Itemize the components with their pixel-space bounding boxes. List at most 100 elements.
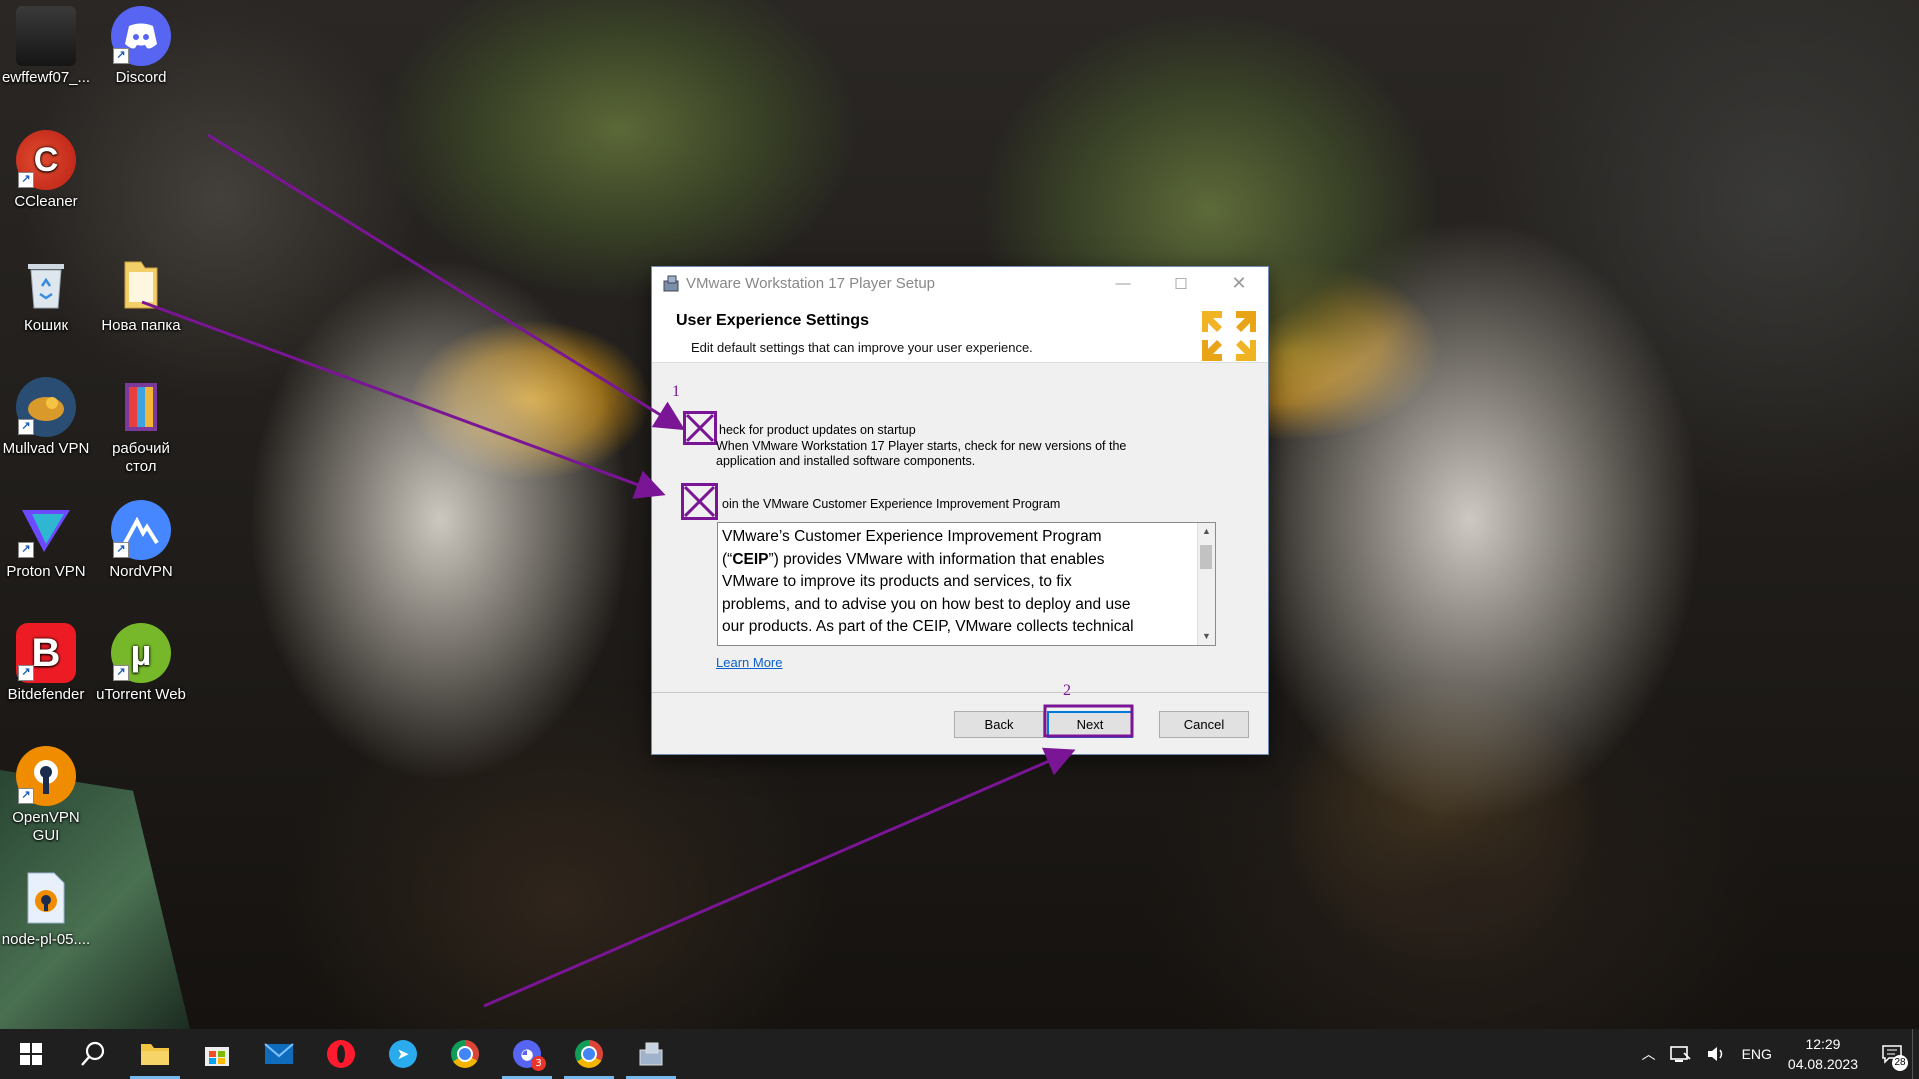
notification-center-button[interactable]: 28 xyxy=(1872,1029,1912,1079)
taskbar-opera[interactable] xyxy=(310,1029,372,1079)
search-icon xyxy=(81,1041,105,1066)
desktop-icon-label: Bitdefender xyxy=(7,686,85,703)
chevron-up-icon[interactable]: ︿ xyxy=(1642,1044,1656,1064)
ceip-scrollbar[interactable]: ▲ ▼ xyxy=(1197,523,1215,645)
desktop-icon-ewffewf07[interactable]: ewffewf07_... xyxy=(0,6,92,87)
close-button[interactable]: ✕ xyxy=(1210,267,1268,300)
taskbar-mail[interactable] xyxy=(248,1029,310,1079)
page-title: User Experience Settings xyxy=(676,312,869,329)
folder-icon xyxy=(111,254,171,314)
button-separator xyxy=(652,692,1268,693)
desktop-icon-ccleaner[interactable]: C ↗ CCleaner xyxy=(0,130,92,211)
scroll-thumb[interactable] xyxy=(1200,545,1212,569)
shortcut-arrow-icon: ↗ xyxy=(113,665,129,681)
check-updates-description: When VMware Workstation 17 Player starts… xyxy=(716,439,1127,468)
language-indicator[interactable]: ENG xyxy=(1742,1046,1772,1062)
back-button[interactable]: Back xyxy=(954,711,1044,738)
taskbar-telegram[interactable]: ➤ xyxy=(372,1029,434,1079)
taskbar-chrome[interactable] xyxy=(434,1029,496,1079)
ceip-text-line: problems, and to advise you on how best … xyxy=(722,595,1131,613)
minimize-button[interactable]: — xyxy=(1094,267,1152,300)
taskbar-store[interactable] xyxy=(186,1029,248,1079)
check-updates-checkbox[interactable] xyxy=(683,411,717,445)
shortcut-arrow-icon: ↗ xyxy=(18,419,34,435)
ceip-text: VMware’s Customer Experience Improvement… xyxy=(722,526,1186,639)
shortcut-arrow-icon: ↗ xyxy=(18,172,34,188)
desktop-icon-new-folder[interactable]: Нова папка xyxy=(95,254,187,335)
taskbar: ➤ ◕ 3 ︿ ENG 12:29 04.08.2023 28 xyxy=(0,1029,1919,1079)
clock-time: 12:29 xyxy=(1805,1036,1841,1052)
desktop-icon-nordvpn[interactable]: ↗ NordVPN xyxy=(95,500,187,581)
desktop-icon-discord[interactable]: ↗ Discord xyxy=(95,6,187,87)
ceip-checkbox[interactable] xyxy=(681,483,718,520)
check-updates-label[interactable]: heck for product updates on startup xyxy=(719,423,916,438)
vmware-logo-icon xyxy=(1202,311,1256,361)
desktop-icon-mullvad[interactable]: ↗ Mullvad VPN xyxy=(0,377,92,458)
telegram-icon: ➤ xyxy=(389,1040,417,1068)
proton-vpn-icon: ↗ xyxy=(16,500,76,560)
mullvad-icon: ↗ xyxy=(16,377,76,437)
recycle-bin-icon xyxy=(16,254,76,314)
desktop-icon-label: рабочий стол xyxy=(112,440,170,475)
taskbar-discord[interactable]: ◕ 3 xyxy=(496,1029,558,1079)
desktop-icon-label: ewffewf07_... xyxy=(1,69,91,86)
chrome-icon xyxy=(575,1040,603,1068)
scroll-down-icon[interactable]: ▼ xyxy=(1198,628,1215,645)
desktop-icon-utorrent[interactable]: µ ↗ uTorrent Web xyxy=(95,623,187,704)
utorrent-icon: µ ↗ xyxy=(111,623,171,683)
chrome-icon xyxy=(451,1040,479,1068)
desktop-icon-bitdefender[interactable]: B ↗ Bitdefender xyxy=(0,623,92,704)
clock[interactable]: 12:29 04.08.2023 xyxy=(1788,1034,1858,1074)
archive-icon xyxy=(111,377,171,437)
desktop-icon-recycle-bin[interactable]: Кошик xyxy=(0,254,92,335)
volume-icon[interactable] xyxy=(1706,1045,1728,1063)
taskbar-file-explorer[interactable] xyxy=(124,1029,186,1079)
taskbar-chrome-2[interactable] xyxy=(558,1029,620,1079)
ceip-text-line: our products. As part of the CEIP, VMwar… xyxy=(722,618,1134,635)
desktop-icon-label: Кошик xyxy=(23,317,69,334)
ovpn-file-icon xyxy=(16,868,76,928)
desktop-icon-label: Discord xyxy=(115,69,167,86)
dialog-titlebar[interactable]: VMware Workstation 17 Player Setup — ☐ ✕ xyxy=(652,267,1268,300)
network-icon[interactable] xyxy=(1669,1045,1692,1063)
search-button[interactable] xyxy=(62,1029,124,1079)
ceip-info-textbox[interactable]: VMware’s Customer Experience Improvement… xyxy=(717,522,1216,646)
scroll-up-icon[interactable]: ▲ xyxy=(1198,523,1215,540)
desktop-icon-label: node-pl-05.... xyxy=(1,931,91,948)
desktop-icon-label: CCleaner xyxy=(14,193,78,210)
system-tray: ︿ ENG 12:29 04.08.2023 28 xyxy=(1642,1029,1919,1079)
ceip-text-line: VMware to improve its products and servi… xyxy=(722,573,1072,590)
opera-icon xyxy=(327,1040,355,1068)
shortcut-arrow-icon: ↗ xyxy=(18,788,34,804)
discord-icon: ↗ xyxy=(111,6,171,66)
shortcut-arrow-icon: ↗ xyxy=(18,542,34,558)
desktop-icon-openvpn[interactable]: ↗ OpenVPN GUI xyxy=(0,746,92,845)
openvpn-icon: ↗ xyxy=(16,746,76,806)
taskbar-vmware-installer[interactable] xyxy=(620,1029,682,1079)
start-button[interactable] xyxy=(0,1029,62,1079)
store-icon xyxy=(205,1047,229,1066)
desktop-icon-label: OpenVPN GUI xyxy=(12,809,80,844)
desktop-icon-proton-vpn[interactable]: ↗ Proton VPN xyxy=(0,500,92,581)
ceip-label[interactable]: oin the VMware Customer Experience Impro… xyxy=(722,497,1060,512)
learn-more-link[interactable]: Learn More xyxy=(716,655,782,670)
shortcut-arrow-icon: ↗ xyxy=(113,48,129,64)
windows-icon xyxy=(20,1043,42,1065)
file-thumbnail-icon xyxy=(16,6,76,66)
page-subtitle: Edit default settings that can improve y… xyxy=(691,340,1033,355)
desktop-icon-label: Mullvad VPN xyxy=(2,440,90,457)
cancel-button[interactable]: Cancel xyxy=(1159,711,1249,738)
ccleaner-icon: C ↗ xyxy=(16,130,76,190)
desktop-icon-node-config[interactable]: node-pl-05.... xyxy=(0,868,92,949)
desktop-icon-label: Нова папка xyxy=(101,317,181,334)
next-button[interactable]: Next xyxy=(1047,711,1133,738)
annotation-number-1: 1 xyxy=(672,383,680,400)
nordvpn-icon: ↗ xyxy=(111,500,171,560)
desktop-icon-label: NordVPN xyxy=(109,563,173,580)
desktop-icon-desktop-folder[interactable]: рабочий стол xyxy=(95,377,187,476)
show-desktop-button[interactable] xyxy=(1912,1029,1919,1079)
maximize-button[interactable]: ☐ xyxy=(1152,267,1210,300)
desktop-icon-label: Proton VPN xyxy=(6,563,86,580)
notification-count-badge: 28 xyxy=(1892,1055,1908,1071)
bitdefender-icon: B ↗ xyxy=(16,623,76,683)
